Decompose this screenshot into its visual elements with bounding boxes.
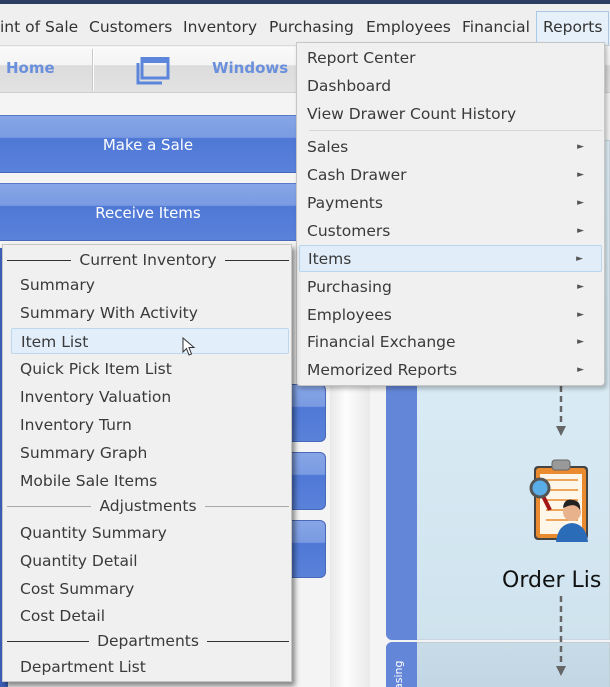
menu-item-label: Payments	[307, 194, 383, 212]
menu-purchasing[interactable]: Purchasing	[269, 12, 354, 42]
submenu-arrow-icon: ►	[577, 142, 584, 152]
submenu-item-summary-with-activity[interactable]: Summary With Activity	[11, 300, 289, 326]
submenu-item-quantity-detail[interactable]: Quantity Detail	[11, 548, 289, 574]
reports-dropdown-menu: Report Center Dashboard View Drawer Coun…	[296, 42, 605, 386]
menu-item-items[interactable]: Items ►	[299, 245, 602, 272]
submenu-arrow-icon: ►	[576, 254, 583, 264]
menu-separator	[309, 130, 602, 131]
menu-item-payments[interactable]: Payments ►	[299, 190, 602, 217]
menu-item-view-drawer-count-history[interactable]: View Drawer Count History	[299, 101, 602, 128]
submenu-arrow-icon: ►	[577, 310, 584, 320]
workflow-panel-purchasing	[386, 642, 610, 687]
submenu-item-item-list[interactable]: Item List	[11, 328, 289, 354]
flow-arrow-icon	[556, 596, 566, 676]
menu-item-purchasing[interactable]: Purchasing ►	[299, 274, 602, 301]
submenu-item-cost-detail[interactable]: Cost Detail	[11, 603, 289, 629]
menu-item-report-center[interactable]: Report Center	[299, 45, 602, 72]
menu-item-label: Customers	[307, 222, 391, 240]
submenu-item-inventory-turn[interactable]: Inventory Turn	[11, 412, 289, 438]
menu-item-label: Purchasing	[307, 278, 392, 296]
submenu-item-cost-summary[interactable]: Cost Summary	[11, 576, 289, 602]
menu-item-customers[interactable]: Customers ►	[299, 218, 602, 245]
menu-item-dashboard[interactable]: Dashboard	[299, 73, 602, 100]
section-header-departments: Departments	[7, 630, 289, 652]
section-header-adjustments: Adjustments	[7, 495, 290, 517]
order-list-label[interactable]: Order Lis	[502, 568, 601, 593]
flow-arrow-icon	[556, 386, 566, 436]
menu-item-financial-exchange[interactable]: Financial Exchange ►	[299, 329, 602, 356]
menu-point-of-sale[interactable]: int of Sale	[0, 12, 78, 42]
menu-financial[interactable]: Financial	[462, 12, 530, 42]
submenu-arrow-icon: ►	[577, 198, 584, 208]
menu-item-label: Employees	[307, 306, 392, 324]
workflow-section-label: asing	[392, 660, 405, 687]
menu-customers[interactable]: Customers	[89, 12, 172, 42]
submenu-arrow-icon: ►	[577, 365, 584, 375]
submenu-item-summary-graph[interactable]: Summary Graph	[11, 440, 289, 466]
menu-item-label: View Drawer Count History	[307, 105, 517, 123]
menu-item-sales[interactable]: Sales ►	[299, 134, 602, 161]
menu-item-label: Memorized Reports	[307, 361, 458, 379]
items-submenu: Current Inventory Summary Summary With A…	[2, 244, 292, 682]
windows-icon[interactable]	[136, 57, 170, 85]
menu-reports[interactable]: Reports	[536, 11, 610, 45]
menu-item-memorized-reports[interactable]: Memorized Reports ►	[299, 357, 602, 384]
menu-employees[interactable]: Employees	[366, 12, 451, 42]
menu-item-label: Items	[308, 250, 352, 268]
clipboard-person-icon[interactable]	[528, 458, 592, 548]
submenu-item-quantity-summary[interactable]: Quantity Summary	[11, 520, 289, 546]
menu-item-employees[interactable]: Employees ►	[299, 302, 602, 329]
submenu-arrow-icon: ►	[577, 226, 584, 236]
section-header-current-inventory: Current Inventory	[7, 249, 289, 271]
windows-button[interactable]: Windows	[212, 59, 288, 77]
home-button[interactable]: Home	[6, 59, 55, 77]
menu-item-cash-drawer[interactable]: Cash Drawer ►	[299, 162, 602, 189]
submenu-item-department-list[interactable]: Department List	[11, 654, 289, 680]
make-a-sale-button[interactable]: Make a Sale	[0, 115, 296, 173]
menu-item-label: Dashboard	[307, 77, 392, 95]
submenu-item-summary[interactable]: Summary	[11, 272, 289, 298]
menu-bar: int of Sale Customers Inventory Purchasi…	[0, 4, 610, 46]
menu-item-label: Report Center	[307, 49, 416, 67]
submenu-arrow-icon: ►	[577, 282, 584, 292]
toolbar-separator	[92, 49, 94, 91]
submenu-item-quick-pick-item-list[interactable]: Quick Pick Item List	[11, 356, 289, 382]
mouse-cursor-icon	[182, 337, 196, 356]
menu-item-label: Financial Exchange	[307, 333, 456, 351]
menu-item-label: Cash Drawer	[307, 166, 407, 184]
menu-item-label: Sales	[307, 138, 349, 156]
menu-inventory[interactable]: Inventory	[183, 12, 257, 42]
submenu-item-inventory-valuation[interactable]: Inventory Valuation	[11, 384, 289, 410]
submenu-item-mobile-sale-items[interactable]: Mobile Sale Items	[11, 468, 289, 494]
receive-items-button[interactable]: Receive Items	[0, 183, 296, 241]
submenu-arrow-icon: ►	[577, 337, 584, 347]
submenu-arrow-icon: ►	[577, 170, 584, 180]
